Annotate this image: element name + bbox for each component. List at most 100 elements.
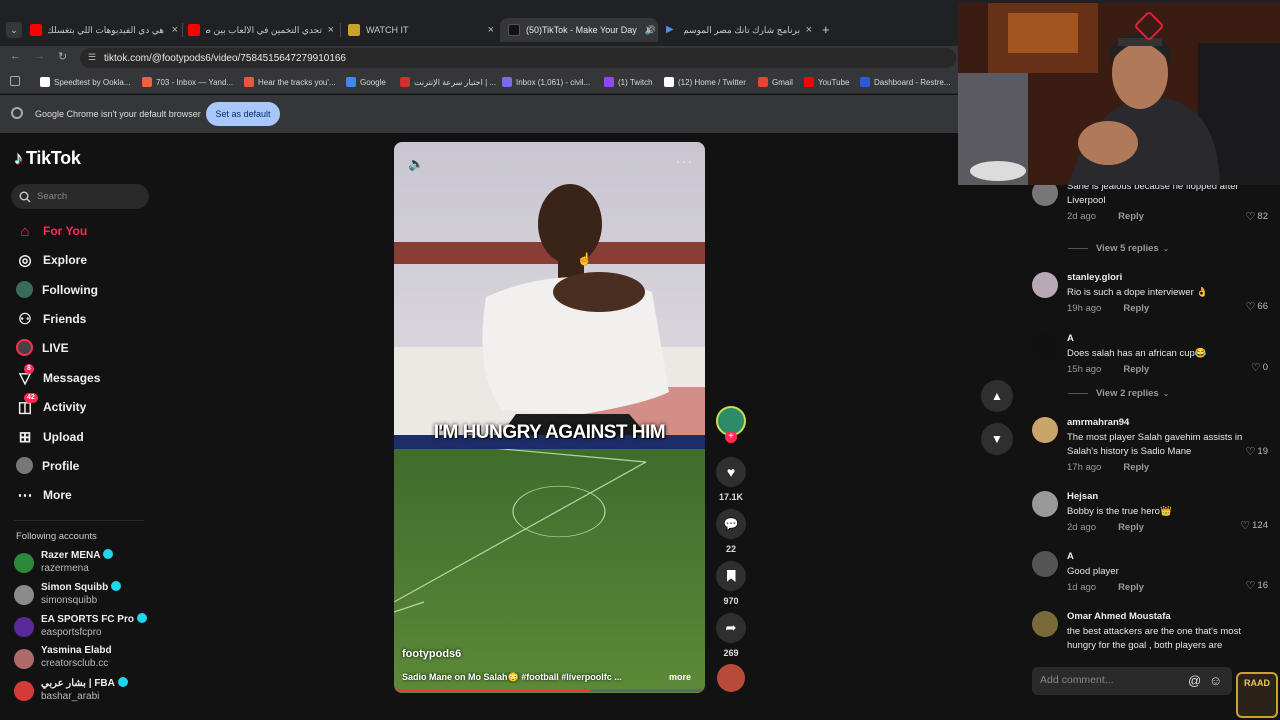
sound-disc-icon[interactable] — [717, 664, 745, 692]
previous-video-button[interactable]: ▲ — [981, 380, 1013, 412]
bookmark-item[interactable]: (1) Twitch — [604, 77, 653, 87]
following-account[interactable]: EA SPORTS FC Pro easportsfcpro — [14, 613, 147, 638]
comment-like-button[interactable]: ♡ 16 — [1246, 579, 1268, 592]
commenter-name[interactable]: stanley.glori — [1067, 272, 1257, 283]
comment-like-button[interactable]: ♡ 0 — [1251, 361, 1268, 374]
reply-button[interactable]: Reply — [1118, 522, 1144, 533]
browser-tab[interactable]: WATCH IT × — [348, 18, 494, 42]
streamer-webcam — [958, 3, 1280, 185]
view-replies-2[interactable]: View 2 replies ⌄ — [1068, 388, 1169, 399]
add-comment-input[interactable]: Add comment... — [1032, 667, 1232, 695]
close-tab-icon[interactable]: × — [488, 24, 494, 36]
sidebar-item-friends[interactable]: ⚇ Friends — [16, 310, 86, 328]
sidebar-item-for-you[interactable]: ⌂ For You — [16, 222, 87, 240]
close-tab-icon[interactable]: × — [328, 24, 334, 36]
search-input[interactable]: Search — [11, 184, 149, 209]
browser-tab[interactable]: تحدي التخمين في الالعاب بين صـ × — [188, 18, 334, 42]
set-as-default-button[interactable]: Set as default — [206, 102, 280, 126]
sidebar-item-live[interactable]: LIVE — [16, 339, 69, 356]
sidebar-item-activity[interactable]: ◫ 42 Activity — [16, 393, 86, 416]
close-tab-icon[interactable]: × — [646, 24, 652, 36]
sidebar-item-explore[interactable]: ◎ Explore — [16, 251, 87, 269]
browser-tab[interactable]: هي دي الفيديوهات اللي بتغسلك × — [30, 18, 178, 42]
comment-like-button[interactable]: ♡ 66 — [1246, 300, 1268, 313]
following-account[interactable]: Razer MENA razermena — [14, 549, 114, 574]
reply-button[interactable]: Reply — [1118, 582, 1144, 593]
follow-plus-icon[interactable]: + — [725, 431, 737, 443]
commenter-avatar[interactable] — [1032, 333, 1058, 359]
commenter-name[interactable]: Omar Ahmed Moustafa — [1067, 611, 1257, 622]
commenter-name[interactable]: A — [1067, 333, 1257, 344]
chevron-down-icon: ⌄ — [1162, 244, 1170, 253]
sidebar-item-upload[interactable]: ⊞ Upload — [16, 428, 84, 446]
commenter-name[interactable]: amrmahran94 — [1067, 417, 1257, 428]
reply-button[interactable]: Reply — [1123, 303, 1149, 314]
reply-button[interactable]: Reply — [1123, 462, 1149, 473]
back-icon[interactable]: ← — [10, 50, 21, 62]
comment-like-button[interactable]: ♡ 82 — [1246, 210, 1268, 223]
bookmark-item[interactable]: YouTube — [804, 77, 849, 87]
reload-icon[interactable]: ↻ — [58, 50, 67, 63]
comment-meta: 17h ago Reply — [1067, 462, 1257, 473]
close-tab-icon[interactable]: × — [806, 24, 812, 36]
video-options-icon[interactable]: ··· — [676, 153, 693, 169]
commenter-name[interactable]: A — [1067, 551, 1257, 562]
bookmark-item[interactable]: Inbox (1,061) - civil... — [502, 77, 590, 87]
emoji-icon[interactable]: ☺ — [1209, 673, 1222, 688]
comment-like-button[interactable]: ♡ 19 — [1246, 445, 1268, 458]
save-button[interactable] — [716, 561, 746, 591]
comment-button[interactable]: 💬 — [716, 509, 746, 539]
sidebar-item-messages[interactable]: ▽ 8 Messages — [16, 364, 100, 387]
mention-icon[interactable]: @ — [1188, 673, 1201, 688]
bookmark-favicon-icon — [804, 77, 814, 87]
following-account[interactable]: Yasmina Elabd creatorsclub.cc — [14, 645, 112, 669]
following-accounts-title: Following accounts — [16, 531, 97, 542]
heart-outline-icon: ♡ — [1245, 211, 1256, 223]
forward-icon[interactable]: → — [34, 50, 45, 62]
bookmark-item[interactable]: اختبار سرعة الإنترنت | ... — [400, 77, 496, 87]
video-author[interactable]: footypods6 — [402, 648, 461, 660]
video-player[interactable]: 🔈 ··· I'M HUNGRY AGAINST HIM footypods6 … — [394, 142, 705, 693]
commenter-avatar[interactable] — [1032, 611, 1058, 637]
url-text[interactable]: tiktok.com/@footypods6/video/75845156472… — [104, 53, 346, 64]
commenter-avatar[interactable] — [1032, 491, 1058, 517]
tiktok-logo[interactable]: ♪ TikTok — [14, 148, 81, 169]
sidebar-item-following[interactable]: Following — [16, 281, 98, 298]
close-tab-icon[interactable]: × — [172, 24, 178, 36]
tab-list-button[interactable]: ⌄ — [6, 22, 22, 38]
commenter-avatar[interactable] — [1032, 551, 1058, 577]
progress-track[interactable] — [394, 689, 705, 692]
bookmark-item[interactable]: Speedtest by Ookla... — [40, 77, 131, 87]
bookmark-item[interactable]: Google — [346, 77, 386, 87]
following-account[interactable]: Simon Squibb simonsquibb — [14, 581, 122, 606]
bookmark-item[interactable]: Gmail — [758, 77, 793, 87]
like-button[interactable]: ♥ — [716, 457, 746, 487]
comment-like-button[interactable]: ♡ 124 — [1240, 519, 1268, 532]
mute-icon[interactable]: 🔈 — [408, 156, 424, 172]
bookmark-item[interactable]: Dashboard - Restre... — [860, 77, 950, 87]
account-name-text: Simon Squibb — [41, 582, 109, 593]
commenter-avatar[interactable] — [1032, 272, 1058, 298]
comment-like-count: 19 — [1257, 446, 1268, 457]
new-tab-button[interactable]: + — [822, 22, 830, 37]
following-account[interactable]: بشار عربي | FBA bashar_arabi — [14, 677, 128, 702]
apps-icon[interactable] — [10, 76, 20, 86]
browser-tab-active[interactable]: (50)TikTok - Make Your Day 🔊 × — [500, 18, 658, 42]
bookmark-favicon-icon — [502, 77, 512, 87]
sidebar-item-label: Friends — [43, 312, 87, 326]
bookmark-item[interactable]: Hear the tracks you'... — [244, 77, 336, 87]
browser-tab[interactable]: ▶ برنامج شارك تانك مصر الموسم ال × — [666, 18, 812, 42]
sidebar-item-profile[interactable]: Profile — [16, 457, 79, 474]
commenter-avatar[interactable] — [1032, 417, 1058, 443]
bookmark-item[interactable]: 703 - Inbox — Yand... — [142, 77, 233, 87]
next-video-button[interactable]: ▼ — [981, 423, 1013, 455]
more-description-link[interactable]: more — [669, 672, 691, 682]
view-replies-1[interactable]: View 5 replies ⌄ — [1068, 243, 1169, 254]
site-info-icon[interactable]: ☰ — [88, 52, 96, 63]
reply-button[interactable]: Reply — [1118, 211, 1144, 222]
bookmark-item[interactable]: (12) Home / Twitter — [664, 77, 746, 87]
share-button[interactable]: ➦ — [716, 613, 746, 643]
reply-button[interactable]: Reply — [1123, 364, 1149, 375]
commenter-name[interactable]: Hejsan — [1067, 491, 1257, 502]
sidebar-item-more[interactable]: ⋯ More — [16, 486, 72, 504]
